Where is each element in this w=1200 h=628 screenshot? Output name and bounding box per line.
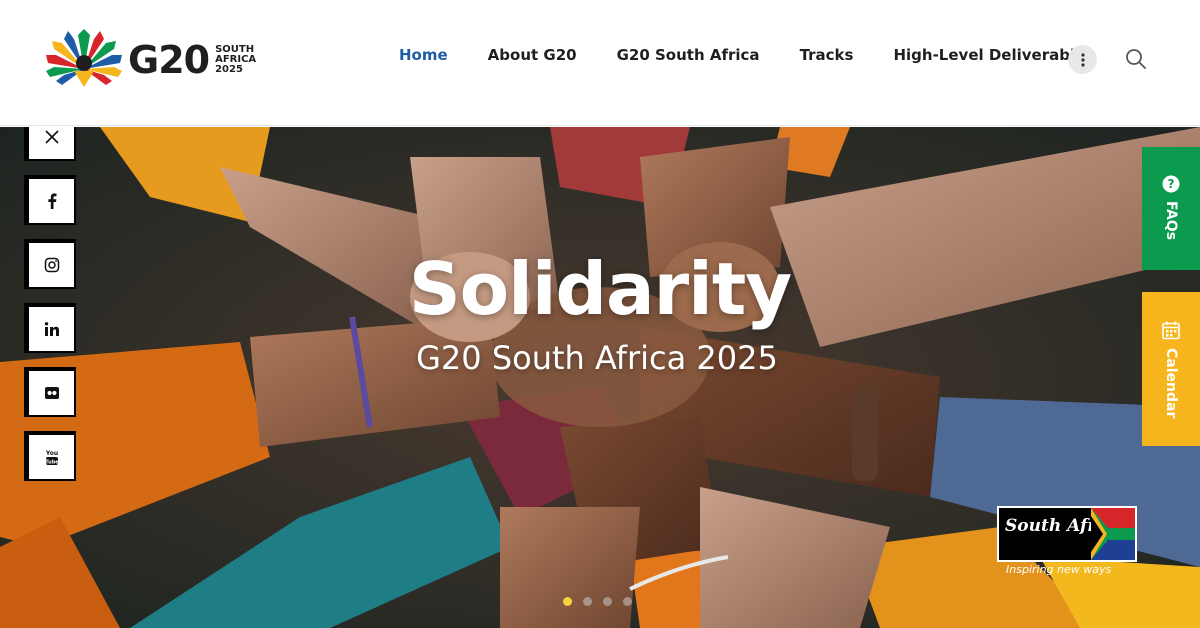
search-icon[interactable] (1124, 47, 1148, 71)
social-linkedin-button[interactable] (24, 303, 76, 353)
nav-item-tracks[interactable]: Tracks (800, 46, 854, 64)
carousel-dot-4[interactable] (623, 597, 632, 606)
logo-subtitle: SOUTH AFRICA 2025 (215, 45, 256, 75)
south-africa-flag-icon (1091, 508, 1135, 560)
main-nav: Home About G20 G20 South Africa Tracks H… (380, 46, 1134, 64)
instagram-icon (44, 257, 59, 273)
flickr-icon (44, 387, 59, 399)
social-facebook-button[interactable] (24, 175, 76, 225)
x-icon (44, 130, 59, 144)
nav-item-g20-south-africa[interactable]: G20 South Africa (617, 46, 760, 64)
hero-title: Solidarity (408, 247, 792, 331)
calendar-side-tab[interactable]: Calendar (1142, 292, 1200, 446)
hero-subtitle: G20 South Africa 2025 (416, 339, 778, 377)
nav-item-about-g20[interactable]: About G20 (488, 46, 577, 64)
more-menu-button[interactable] (1068, 45, 1097, 74)
carousel-dot-2[interactable] (583, 597, 592, 606)
social-youtube-button[interactable]: You Tube (24, 431, 76, 481)
faqs-tab-label: FAQs (1163, 201, 1179, 241)
carousel-dot-1[interactable] (563, 597, 572, 606)
hero-banner: Solidarity G20 South Africa 2025 You Tub… (0, 127, 1200, 628)
g20-wordmark: G20 (128, 38, 210, 82)
svg-text:Tube: Tube (45, 460, 59, 466)
south-africa-brand-badge[interactable]: South Africa (997, 506, 1137, 562)
protea-logo-icon (46, 29, 122, 87)
calendar-icon (1162, 321, 1180, 340)
nav-item-home[interactable]: Home (399, 46, 448, 64)
brand-badge-tagline: Inspiring new ways (1006, 563, 1112, 576)
social-x-button[interactable] (24, 127, 76, 161)
facebook-icon (47, 193, 56, 209)
carousel-dot-3[interactable] (603, 597, 612, 606)
faqs-side-tab[interactable]: ? FAQs (1142, 147, 1200, 270)
carousel-dots (563, 597, 643, 606)
calendar-tab-label: Calendar (1163, 348, 1179, 419)
site-header: G20 SOUTH AFRICA 2025 Home About G20 G20… (0, 0, 1200, 126)
social-flickr-button[interactable] (24, 367, 76, 417)
vertical-dots-icon (1080, 52, 1085, 67)
youtube-icon: You Tube (45, 450, 59, 466)
svg-text:?: ? (1168, 177, 1175, 191)
linkedin-icon (44, 322, 59, 336)
svg-text:You: You (45, 450, 58, 457)
g20-logo[interactable]: G20 SOUTH AFRICA 2025 (44, 28, 256, 92)
logo-subtitle-line: 2025 (215, 64, 243, 75)
social-instagram-button[interactable] (24, 239, 76, 289)
nav-item-high-level-deliverables[interactable]: High-Level Deliverables (893, 46, 1094, 64)
question-circle-icon: ? (1162, 175, 1180, 193)
